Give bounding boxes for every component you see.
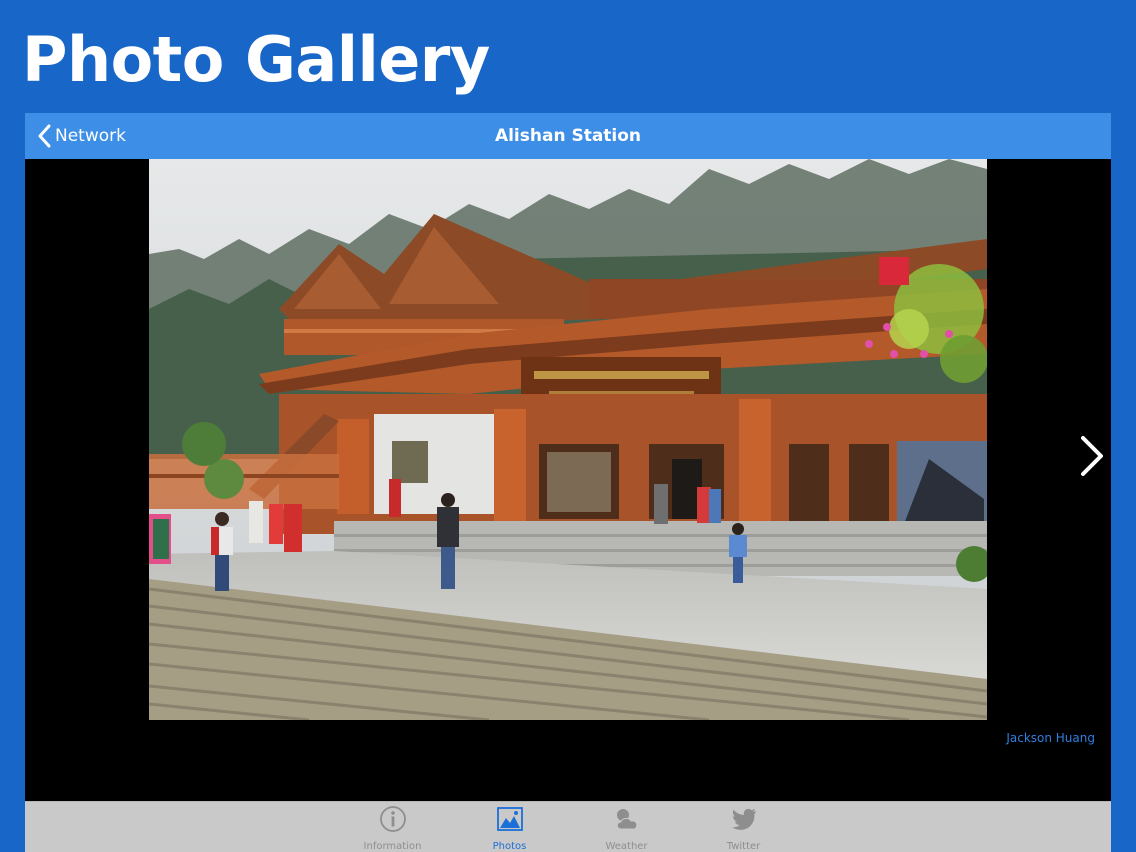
weather-icon (613, 805, 641, 833)
photo-viewer: Jackson Huang (25, 159, 1111, 801)
tab-label: Twitter (726, 841, 761, 852)
page-title: Photo Gallery (22, 23, 490, 96)
photo-icon (496, 805, 524, 833)
tab-bar: Information Photos Weather Twitter (25, 801, 1111, 852)
info-icon (379, 805, 407, 833)
tab-label: Photos (492, 841, 527, 852)
nav-title: Alishan Station (494, 126, 642, 146)
chevron-right-icon (1079, 434, 1105, 482)
back-button[interactable]: Network (37, 113, 126, 159)
tab-label: Weather (605, 841, 648, 852)
twitter-icon (730, 805, 758, 833)
station-photo[interactable] (149, 159, 987, 720)
tab-twitter[interactable]: Twitter (685, 802, 802, 852)
tab-label: Information (363, 841, 422, 852)
tab-photos[interactable]: Photos (451, 802, 568, 852)
next-photo-button[interactable] (1075, 433, 1109, 483)
navigation-bar: Network Alishan Station (25, 113, 1111, 159)
tab-weather[interactable]: Weather (568, 802, 685, 852)
back-button-label: Network (55, 126, 126, 146)
device-screen: Network Alishan Station Jackson Huang In… (25, 113, 1111, 852)
photo-credit[interactable]: Jackson Huang (1006, 731, 1095, 745)
chevron-left-icon (37, 124, 51, 148)
tab-information[interactable]: Information (334, 802, 451, 852)
